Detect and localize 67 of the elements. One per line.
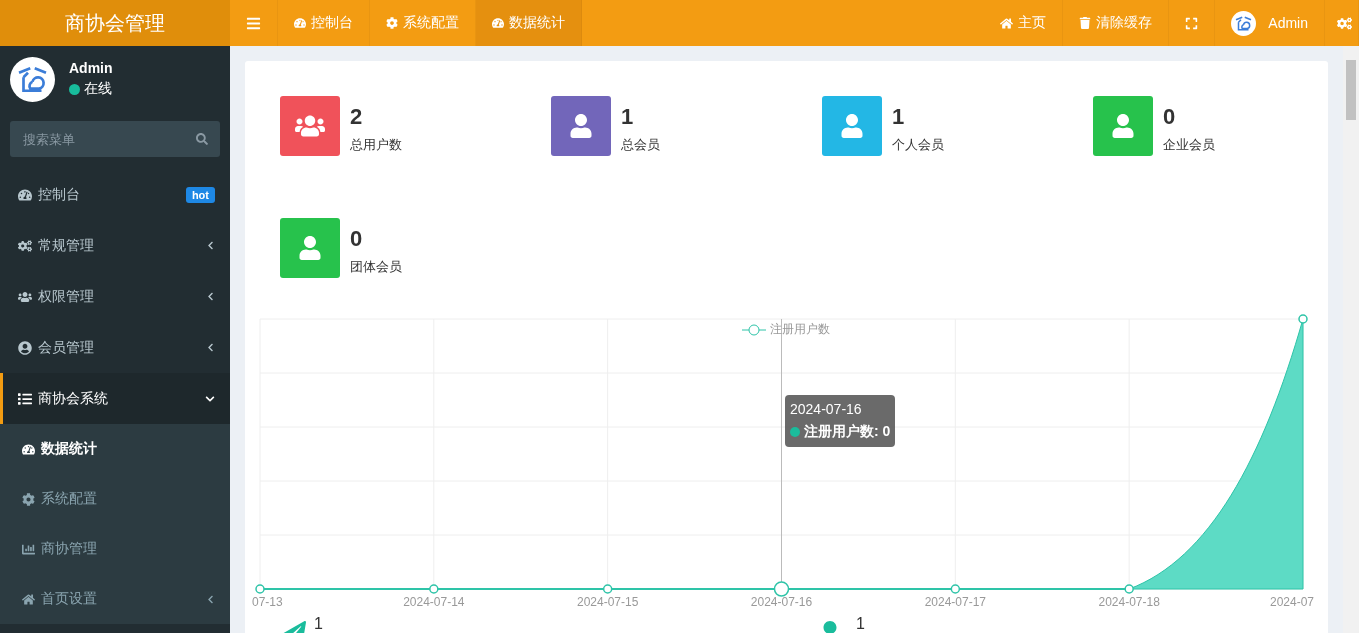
stat-label: 总用户数 <box>350 136 402 154</box>
stat-value: 2 <box>350 104 364 130</box>
avatar-icon <box>1231 10 1257 36</box>
chart-tooltip: 2024-07-16 注册用户数: 0 <box>785 395 896 447</box>
gears-icon <box>18 238 32 253</box>
scrollbar[interactable] <box>1343 46 1359 633</box>
search-icon[interactable] <box>196 133 208 145</box>
stat-value: 0 <box>1163 104 1177 130</box>
stat-value: 1 <box>856 615 865 633</box>
sidebar-item[interactable]: 控制台 hot <box>0 169 230 220</box>
data-point <box>429 584 439 594</box>
chevron-down-icon <box>205 393 215 404</box>
user-status: 在线 <box>69 80 113 98</box>
legend-marker-icon <box>742 323 766 336</box>
data-point <box>950 584 961 594</box>
stat-label: 团体会员 <box>350 258 402 276</box>
stat-label: 企业会员 <box>1163 136 1215 154</box>
chevron-left-icon <box>206 343 215 352</box>
x-axis-label: 2024-07-16 <box>750 595 813 609</box>
stat-value: 0 <box>350 226 364 252</box>
chevron-left-icon <box>206 292 215 301</box>
user-name: Admin <box>69 60 113 76</box>
x-axis-label: 2024-07 <box>1270 595 1315 609</box>
settings-icon <box>1337 15 1352 31</box>
chevron-left-icon <box>206 241 215 250</box>
stat-value: 1 <box>314 615 323 633</box>
data-point <box>1298 314 1308 324</box>
sidebar-item[interactable]: 常规管理 <box>0 220 230 271</box>
gear-icon <box>386 17 398 29</box>
data-point <box>773 581 790 597</box>
data-point <box>602 584 613 594</box>
home-icon <box>1000 16 1014 30</box>
gauge-icon <box>492 17 504 29</box>
users-icon <box>18 289 32 304</box>
gauge-icon <box>18 187 32 202</box>
hot-badge: hot <box>185 186 215 203</box>
home-icon <box>22 592 35 606</box>
brand-title: 商协会管理 <box>0 0 230 46</box>
stat-value: 1 <box>621 104 635 130</box>
trash-icon <box>1079 17 1092 29</box>
x-axis-label: 2024-07-14 <box>403 595 465 609</box>
x-axis-label: 07-13 <box>252 595 283 609</box>
x-axis-label: 2024-07-15 <box>576 595 639 609</box>
search-field[interactable]: 搜索菜单 <box>10 121 220 157</box>
sidebar-item[interactable]: 商协会系统 <box>0 373 230 424</box>
fullscreen-icon-glyph <box>1185 16 1199 30</box>
data-point <box>255 584 265 594</box>
sidebar-item[interactable]: 权限管理 <box>0 271 230 322</box>
stat-value: 1 <box>892 104 906 130</box>
stat-label: 个人会员 <box>892 136 944 154</box>
sidebar-subitem[interactable]: 系统配置 <box>0 474 230 524</box>
data-point <box>1124 584 1134 594</box>
x-axis-label: 2024-07-18 <box>1098 595 1160 609</box>
user-avatar <box>10 56 55 102</box>
sidebar-subitem[interactable]: 数据统计 <box>0 424 230 474</box>
gauge-icon <box>22 442 35 456</box>
gear-icon <box>22 492 35 506</box>
x-axis-label: 2024-07-17 <box>924 595 987 609</box>
list-icon <box>18 391 32 406</box>
nav-tab[interactable]: 数据统计 <box>476 0 582 46</box>
sidebar-subitem[interactable]: 商协管理 <box>0 524 230 574</box>
sidebar-item[interactable]: 会员管理 <box>0 322 230 373</box>
chevron-left-icon <box>206 594 215 604</box>
sidebar-subitem[interactable]: 首页设置 <box>0 574 230 624</box>
bar-chart-icon <box>22 542 35 556</box>
stat-label: 总会员 <box>621 136 660 154</box>
gauge-icon <box>294 17 306 29</box>
